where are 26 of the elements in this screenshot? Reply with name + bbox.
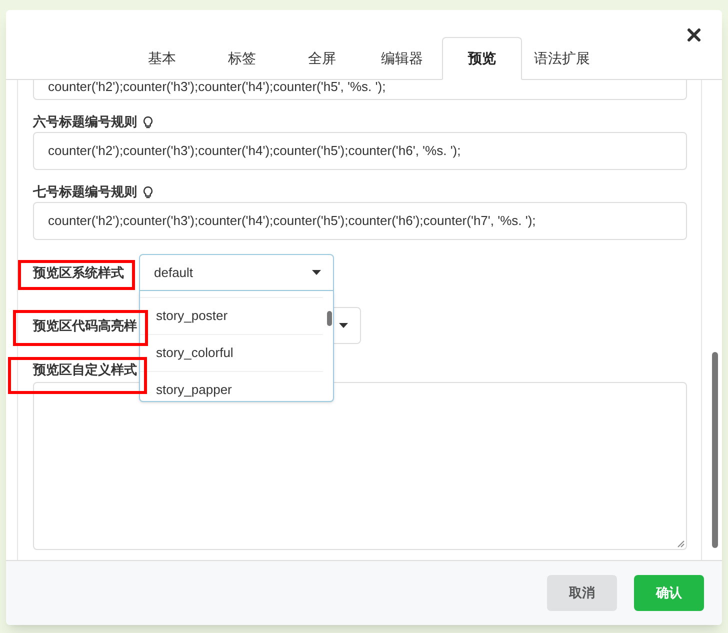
scrollbar-thumb[interactable] (327, 311, 332, 326)
field-label: 七号标题编号规则 (33, 183, 137, 202)
tab[interactable]: 标签 (202, 37, 282, 80)
scrollbar-thumb[interactable] (712, 352, 718, 548)
dropdown-option[interactable]: story_papper (140, 371, 323, 401)
resize-handle-icon[interactable] (677, 540, 685, 548)
caret-icon (312, 270, 321, 275)
tab[interactable]: 编辑器 (362, 37, 442, 80)
cancel-button[interactable]: 取消 (547, 575, 617, 611)
input-field[interactable]: counter('h2');counter('h3');counter('h4');counter('h5');counter('h6');counter('h7', '%s. '); (33, 202, 687, 240)
field-label: 预览区代码高亮样 (33, 316, 138, 335)
field-label: 预览区自定义样式 (33, 361, 138, 376)
tab[interactable]: 预览 (442, 37, 522, 80)
dropdown-option[interactable]: story_colorful (140, 334, 323, 371)
tab[interactable]: 基本 (122, 37, 202, 80)
close-icon[interactable] (687, 28, 701, 42)
input-field[interactable]: counter('h2');counter('h3');counter('h4');counter('h5', '%s. '); (33, 80, 687, 100)
tab[interactable]: 语法扩展 (522, 37, 602, 80)
input-field[interactable]: counter('h2');counter('h3');counter('h4');counter('h5');counter('h6', '%s. '); (33, 132, 687, 170)
select-value: default (154, 264, 194, 282)
tab[interactable]: 全屏 (282, 37, 362, 80)
dropdown-select[interactable]: default (139, 254, 334, 291)
caret-icon (339, 323, 348, 328)
field-label: 预览区系统样式 (33, 264, 125, 282)
dropdown-option[interactable]: story_poster (140, 297, 323, 334)
field-label: 六号标题编号规则 (33, 113, 137, 132)
